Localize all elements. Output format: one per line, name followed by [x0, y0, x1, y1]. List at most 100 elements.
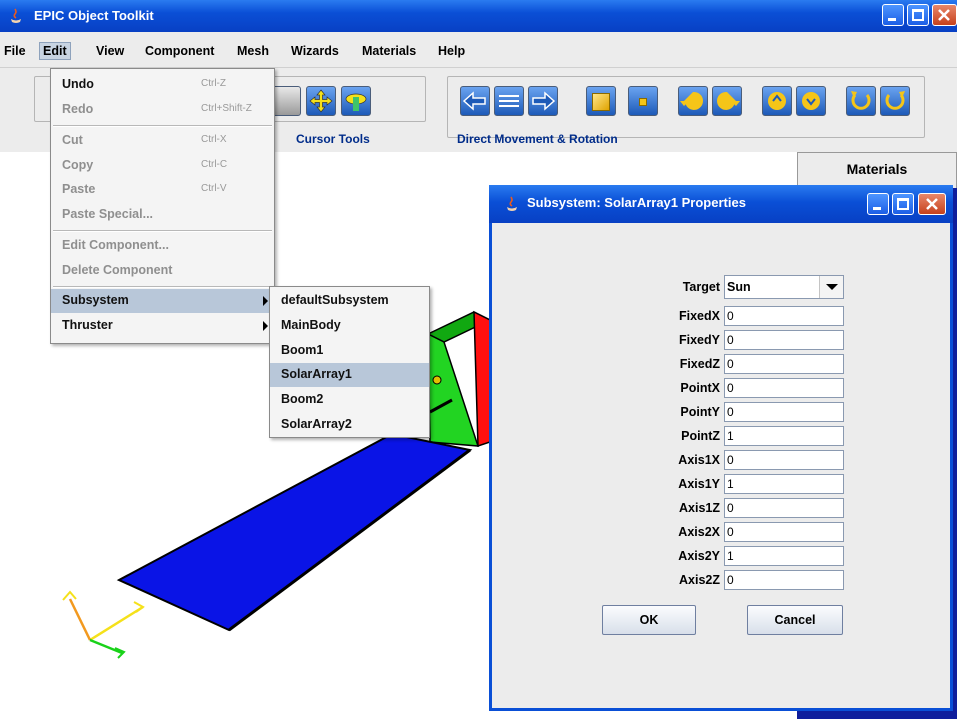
tab-materials[interactable]: Materials: [797, 152, 957, 188]
menu-item-delete-component[interactable]: Delete Component: [51, 259, 274, 283]
axis1y-input[interactable]: 1: [724, 474, 844, 494]
fixedx-input[interactable]: 0: [724, 306, 844, 326]
menu-mesh[interactable]: Mesh: [237, 44, 269, 58]
submenu-item-solararray1[interactable]: SolarArray1: [270, 363, 429, 387]
rotate-up-icon: [768, 92, 786, 110]
cursor-tools-label: Cursor Tools: [296, 132, 370, 146]
roll-ccw-icon: [851, 91, 871, 110]
app-title: EPIC Object Toolkit: [34, 8, 154, 23]
pointy-input[interactable]: 0: [724, 402, 844, 422]
rotate-down-button[interactable]: [796, 86, 826, 116]
app-titlebar: EPIC Object Toolkit: [0, 0, 957, 32]
target-select[interactable]: Sun: [724, 275, 844, 299]
target-label: Target: [682, 280, 720, 294]
chevron-down-icon[interactable]: [819, 276, 843, 298]
roll-ccw-button[interactable]: [846, 86, 876, 116]
fixedy-input[interactable]: 0: [724, 330, 844, 350]
submenu-item-boom2[interactable]: Boom2: [270, 388, 429, 412]
minimize-icon: [873, 207, 881, 210]
cancel-button[interactable]: Cancel: [747, 605, 843, 635]
minimize-icon: [888, 18, 896, 21]
maximize-button[interactable]: [907, 4, 929, 26]
fixedx-label: FixedX: [679, 309, 720, 323]
close-button[interactable]: [932, 4, 957, 26]
rotate-up-button[interactable]: [762, 86, 792, 116]
dialog-maximize-button[interactable]: [892, 193, 914, 215]
menu-item-thruster[interactable]: Thruster: [51, 314, 274, 338]
axis1z-label: Axis1Z: [679, 501, 720, 515]
move-tool-button[interactable]: [306, 86, 336, 116]
cube-large-icon: [592, 93, 610, 111]
fixedz-label: FixedZ: [679, 357, 720, 371]
ok-button[interactable]: OK: [602, 605, 696, 635]
axis1z-input[interactable]: 0: [724, 498, 844, 518]
subsystem-properties-dialog: Subsystem: SolarArray1 Properties Target…: [489, 185, 953, 711]
axis1x-input[interactable]: 0: [724, 450, 844, 470]
dialog-titlebar: Subsystem: SolarArray1 Properties: [489, 185, 953, 223]
rotate-right-button[interactable]: [712, 86, 742, 116]
rotate-left-button[interactable]: [678, 86, 708, 116]
axis2x-input[interactable]: 0: [724, 522, 844, 542]
rotate-down-icon: [802, 92, 820, 110]
minimize-button[interactable]: [882, 4, 904, 26]
move-front-button[interactable]: [628, 86, 658, 116]
axis2y-label: Axis2Y: [678, 549, 720, 563]
roll-cw-button[interactable]: [880, 86, 910, 116]
pointz-input[interactable]: 1: [724, 426, 844, 446]
menu-item-subsystem[interactable]: Subsystem: [51, 289, 274, 313]
dialog-minimize-button[interactable]: [867, 193, 889, 215]
move-updown-button[interactable]: [494, 86, 524, 116]
menu-wizards[interactable]: Wizards: [291, 44, 339, 58]
subsystem-submenu: defaultSubsystem MainBody Boom1 SolarArr…: [269, 286, 430, 438]
menu-item-undo[interactable]: Undo Ctrl-Z: [51, 73, 274, 97]
menu-help[interactable]: Help: [438, 44, 465, 58]
select-tool-button[interactable]: [271, 86, 301, 116]
menu-item-paste[interactable]: Paste Ctrl-V: [51, 178, 274, 202]
menu-separator: [53, 125, 272, 127]
pointz-label: PointZ: [681, 429, 720, 443]
submenu-item-solararray2[interactable]: SolarArray2: [270, 413, 429, 437]
axis2z-input[interactable]: 0: [724, 570, 844, 590]
axis2y-input[interactable]: 1: [724, 546, 844, 566]
pointx-label: PointX: [680, 381, 720, 395]
submenu-item-boom1[interactable]: Boom1: [270, 339, 429, 363]
axis1y-label: Axis1Y: [678, 477, 720, 491]
menu-item-redo[interactable]: Redo Ctrl+Shift-Z: [51, 98, 274, 122]
menu-component[interactable]: Component: [145, 44, 214, 58]
java-app-icon: [507, 196, 517, 211]
dialog-close-button[interactable]: [918, 193, 946, 215]
maximize-icon: [897, 198, 909, 210]
java-app-icon: [11, 8, 21, 23]
roll-cw-icon: [885, 91, 905, 110]
menu-file[interactable]: File: [4, 44, 26, 58]
dialog-title: Subsystem: SolarArray1 Properties: [527, 195, 746, 210]
menu-item-edit-component[interactable]: Edit Component...: [51, 234, 274, 258]
rotate-globe-icon: [345, 93, 367, 111]
menu-item-cut[interactable]: Cut Ctrl-X: [51, 129, 274, 153]
rotate-tool-button[interactable]: [341, 86, 371, 116]
maximize-icon: [912, 9, 924, 21]
axis1x-label: Axis1X: [678, 453, 720, 467]
menu-separator: [53, 230, 272, 232]
submenu-item-mainbody[interactable]: MainBody: [270, 314, 429, 338]
fixedz-input[interactable]: 0: [724, 354, 844, 374]
cube-small-icon: [639, 98, 647, 106]
axis2z-label: Axis2Z: [679, 573, 720, 587]
menu-item-copy[interactable]: Copy Ctrl-C: [51, 154, 274, 178]
pointx-input[interactable]: 0: [724, 378, 844, 398]
move-right-button[interactable]: [528, 86, 558, 116]
move-back-button[interactable]: [586, 86, 616, 116]
close-icon: [938, 9, 950, 21]
move-left-button[interactable]: [460, 86, 490, 116]
submenu-item-defaultsubsystem[interactable]: defaultSubsystem: [270, 289, 429, 313]
arrow-right-icon: [532, 91, 556, 111]
rotate-right-icon: [717, 91, 740, 110]
menu-bar: File Edit View Component Mesh Wizards Ma…: [0, 32, 957, 68]
menu-view[interactable]: View: [96, 44, 124, 58]
direct-movement-label: Direct Movement & Rotation: [457, 132, 618, 146]
fixedy-label: FixedY: [679, 333, 720, 347]
menu-edit[interactable]: Edit: [39, 42, 71, 60]
menu-materials[interactable]: Materials: [362, 44, 416, 58]
submenu-arrow-icon: [263, 321, 268, 331]
menu-item-paste-special[interactable]: Paste Special...: [51, 203, 274, 227]
